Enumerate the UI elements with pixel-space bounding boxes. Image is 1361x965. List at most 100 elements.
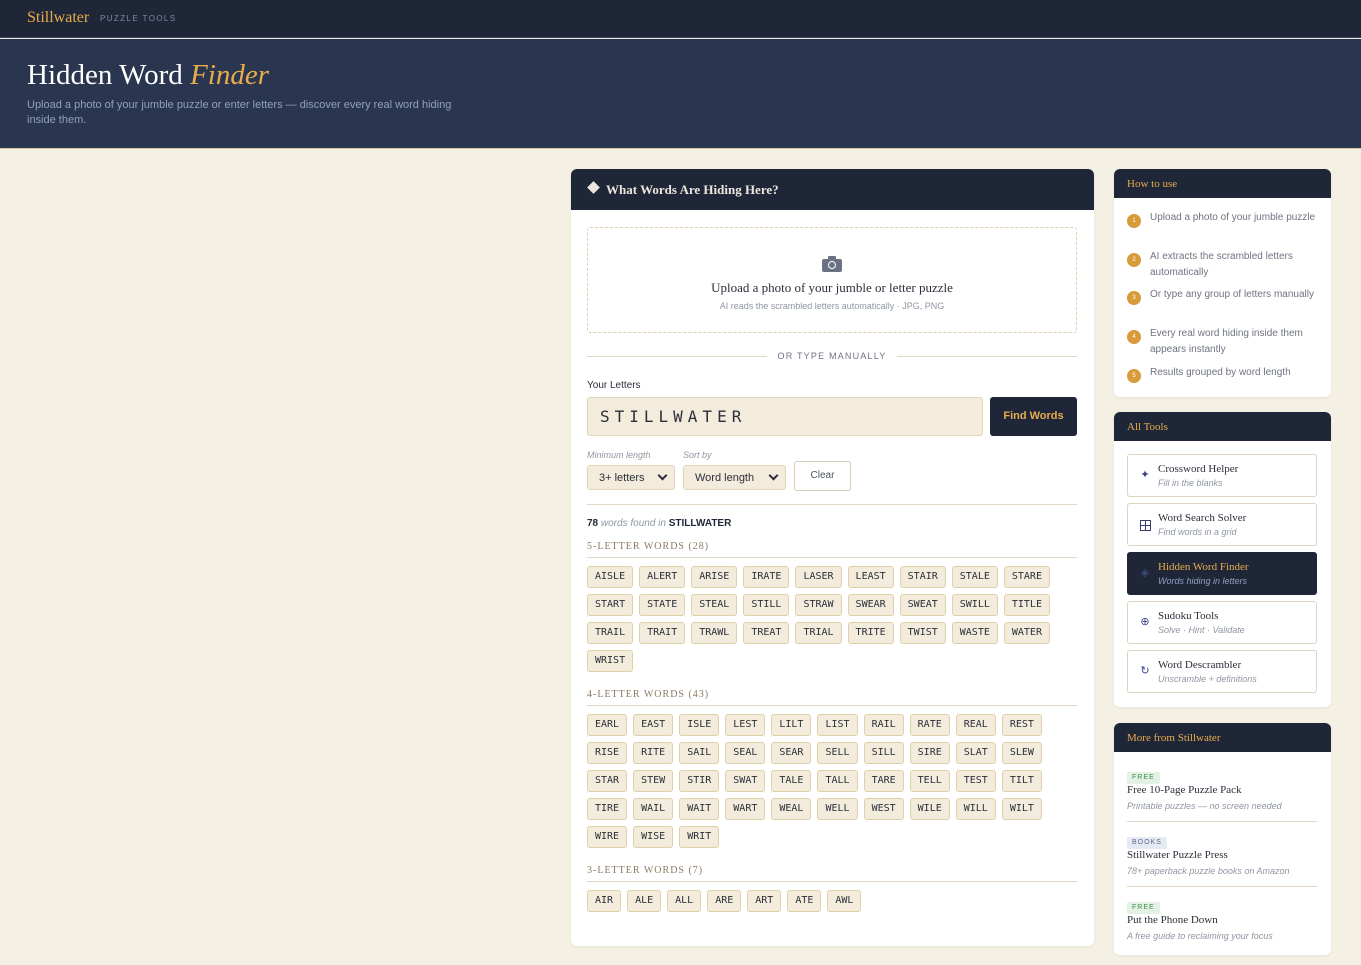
- word-chip[interactable]: TEST: [955, 770, 996, 792]
- word-chip[interactable]: WRIT: [679, 826, 720, 848]
- word-chip[interactable]: LEST: [725, 714, 766, 736]
- tool-hidden-word-finder[interactable]: ◈ Hidden Word Finder Words hiding in let…: [1127, 552, 1317, 595]
- word-chip[interactable]: TIRE: [587, 798, 628, 820]
- word-chip[interactable]: WAIT: [679, 798, 720, 820]
- word-chip[interactable]: TRIAL: [795, 622, 842, 644]
- tool-desc: Solve · Hint · Validate: [1158, 625, 1245, 635]
- word-chip[interactable]: WILE: [909, 798, 950, 820]
- word-chip[interactable]: RITE: [633, 742, 674, 764]
- word-chip[interactable]: SLAT: [955, 742, 996, 764]
- word-chip[interactable]: TWIST: [899, 622, 946, 644]
- word-chip[interactable]: LILT: [771, 714, 812, 736]
- word-chip[interactable]: STEW: [633, 770, 674, 792]
- word-chip[interactable]: WELL: [817, 798, 858, 820]
- word-chip[interactable]: STATE: [639, 594, 686, 616]
- min-length-select[interactable]: 3+ letters: [587, 465, 675, 490]
- word-chip[interactable]: STALE: [951, 566, 998, 588]
- word-chip[interactable]: WAIL: [633, 798, 674, 820]
- word-chip[interactable]: STIR: [679, 770, 720, 792]
- word-chip[interactable]: ARE: [707, 890, 742, 912]
- word-chip[interactable]: WILL: [955, 798, 996, 820]
- word-chip[interactable]: AWL: [827, 890, 862, 912]
- promo-title: Put the Phone Down: [1127, 914, 1218, 926]
- word-chip[interactable]: ART: [747, 890, 782, 912]
- word-chip[interactable]: AIR: [587, 890, 622, 912]
- word-chip[interactable]: ALE: [627, 890, 662, 912]
- word-chip[interactable]: IRATE: [743, 566, 790, 588]
- word-chip[interactable]: TRITE: [847, 622, 894, 644]
- word-chip[interactable]: WART: [725, 798, 766, 820]
- word-chip[interactable]: START: [587, 594, 634, 616]
- word-chip[interactable]: WASTE: [951, 622, 998, 644]
- word-chip[interactable]: STAIR: [899, 566, 946, 588]
- word-chip[interactable]: SEAR: [771, 742, 812, 764]
- word-chip[interactable]: STRAW: [795, 594, 842, 616]
- word-chip[interactable]: WEAL: [771, 798, 812, 820]
- word-chip[interactable]: RISE: [587, 742, 628, 764]
- tool-crossword-helper[interactable]: ✦ Crossword Helper Fill in the blanks: [1127, 454, 1317, 497]
- word-chip[interactable]: TRAWL: [691, 622, 738, 644]
- find-words-button[interactable]: Find Words: [990, 397, 1077, 436]
- word-chip[interactable]: EAST: [633, 714, 674, 736]
- how-to-use-panel: How to use 1 Upload a photo of your jumbl…: [1114, 169, 1331, 397]
- word-chip[interactable]: SWEAR: [847, 594, 894, 616]
- word-chip[interactable]: STILL: [743, 594, 790, 616]
- promo-badge: FREE: [1127, 902, 1160, 914]
- word-chip[interactable]: STARE: [1003, 566, 1050, 588]
- word-chip[interactable]: STAR: [587, 770, 628, 792]
- word-chip[interactable]: SILL: [863, 742, 904, 764]
- word-chip[interactable]: TALE: [771, 770, 812, 792]
- clear-button[interactable]: Clear: [794, 461, 851, 491]
- promo-item[interactable]: FREE Put the Phone Down A free guide to …: [1127, 896, 1317, 946]
- word-chip[interactable]: REST: [1001, 714, 1042, 736]
- letters-input[interactable]: STILLWATER: [587, 397, 983, 436]
- word-chip[interactable]: ISLE: [679, 714, 720, 736]
- word-chip[interactable]: WATER: [1003, 622, 1050, 644]
- word-chip[interactable]: RAIL: [863, 714, 904, 736]
- word-chip[interactable]: ATE: [787, 890, 822, 912]
- word-chip[interactable]: EARL: [587, 714, 628, 736]
- word-chip[interactable]: SWILL: [951, 594, 998, 616]
- word-chip[interactable]: LEAST: [847, 566, 894, 588]
- brand-logo[interactable]: Stillwater: [27, 9, 89, 27]
- chevron-down-icon: [657, 470, 668, 481]
- word-chip[interactable]: WRIST: [587, 650, 634, 672]
- word-chip[interactable]: SEAL: [725, 742, 766, 764]
- word-chip[interactable]: AISLE: [587, 566, 634, 588]
- word-chip[interactable]: TRAIL: [587, 622, 634, 644]
- word-chip[interactable]: SIRE: [909, 742, 950, 764]
- word-chip[interactable]: ALERT: [639, 566, 686, 588]
- word-chip[interactable]: TILT: [1001, 770, 1042, 792]
- word-chip[interactable]: RATE: [909, 714, 950, 736]
- word-chip[interactable]: SLEW: [1001, 742, 1042, 764]
- photo-upload-dropzone[interactable]: Upload a photo of your jumble or letter …: [587, 227, 1077, 333]
- sort-by-select[interactable]: Word length: [683, 465, 786, 490]
- word-chip[interactable]: TALL: [817, 770, 858, 792]
- word-chip[interactable]: REAL: [955, 714, 996, 736]
- more-from-panel: More from Stillwater FREE Free 10-Page P…: [1114, 723, 1331, 955]
- word-chip[interactable]: SWAT: [725, 770, 766, 792]
- word-chip[interactable]: LIST: [817, 714, 858, 736]
- word-chip[interactable]: TARE: [863, 770, 904, 792]
- word-chip[interactable]: WIRE: [587, 826, 628, 848]
- word-chip[interactable]: WEST: [863, 798, 904, 820]
- word-chip[interactable]: SAIL: [679, 742, 720, 764]
- word-chip[interactable]: ALL: [667, 890, 702, 912]
- word-chip[interactable]: LASER: [795, 566, 842, 588]
- word-chip[interactable]: WISE: [633, 826, 674, 848]
- word-chip[interactable]: TELL: [909, 770, 950, 792]
- word-chip[interactable]: TRAIT: [639, 622, 686, 644]
- tool-word-descrambler[interactable]: ↻ Word Descrambler Unscramble + definiti…: [1127, 650, 1317, 693]
- word-chip[interactable]: TREAT: [743, 622, 790, 644]
- word-chip[interactable]: SELL: [817, 742, 858, 764]
- sort-by-label: Sort by: [683, 450, 712, 460]
- word-chip[interactable]: STEAL: [691, 594, 738, 616]
- promo-item[interactable]: BOOKS Stillwater Puzzle Press 78+ paperb…: [1127, 831, 1317, 881]
- tool-word-search-solver[interactable]: Word Search Solver Find words in a grid: [1127, 503, 1317, 546]
- word-chip[interactable]: ARISE: [691, 566, 738, 588]
- word-chip[interactable]: WILT: [1001, 798, 1042, 820]
- word-chip[interactable]: SWEAT: [899, 594, 946, 616]
- word-chip[interactable]: TITLE: [1003, 594, 1050, 616]
- promo-item[interactable]: FREE Free 10-Page Puzzle Pack Printable …: [1127, 766, 1317, 816]
- tool-sudoku-tools[interactable]: ⊕ Sudoku Tools Solve · Hint · Validate: [1127, 601, 1317, 644]
